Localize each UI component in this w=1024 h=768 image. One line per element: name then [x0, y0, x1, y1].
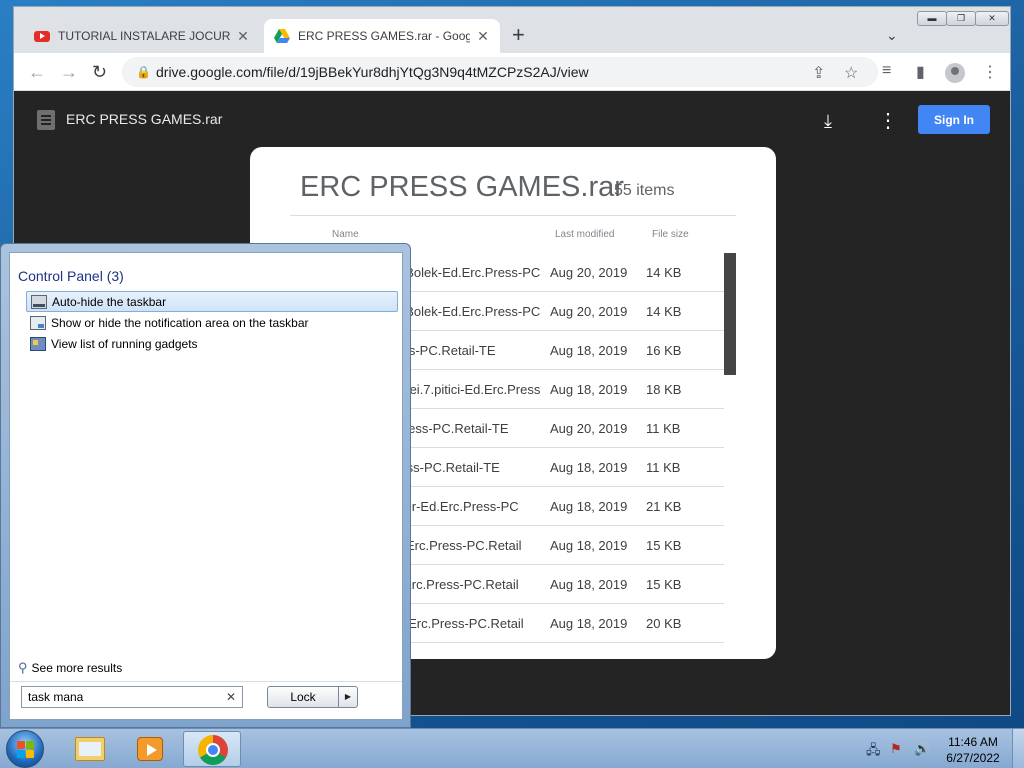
show-desktop-button[interactable]: [1012, 729, 1024, 768]
network-icon[interactable]: 🖧: [866, 741, 881, 763]
tab-title: TUTORIAL INSTALARE JOCURI ERC PRESS: [58, 29, 230, 43]
divider: [290, 215, 736, 216]
archive-title: ERC PRESS GAMES.rar: [300, 171, 624, 203]
results-group-heading[interactable]: Control Panel (3): [18, 268, 124, 284]
file-size: 11 KB: [646, 421, 681, 436]
taskbar: 🖧 ⚑ 🔊 11:46 AM 6/27/2022: [0, 728, 1024, 768]
close-tab-icon[interactable]: ✕: [476, 28, 490, 45]
file-modified: Aug 20, 2019: [550, 304, 628, 319]
file-modified: Aug 18, 2019: [550, 343, 628, 358]
column-header-modified: Last modified: [555, 229, 615, 240]
file-size: 14 KB: [646, 265, 682, 280]
taskbar-app-explorer[interactable]: [61, 731, 119, 767]
menu-kebab-icon[interactable]: ⋮: [982, 62, 998, 82]
taskbar-icon: [31, 294, 47, 309]
see-more-results-link[interactable]: ⚲ See more results: [18, 660, 122, 676]
search-box[interactable]: ✕: [21, 686, 243, 708]
result-notification-area[interactable]: Show or hide the notification area on th…: [26, 312, 398, 333]
reload-icon[interactable]: ↻: [92, 62, 107, 82]
bookmark-star-icon[interactable]: ☆: [844, 63, 858, 83]
share-icon[interactable]: ⇪: [812, 63, 825, 83]
restore-button[interactable]: ❐: [946, 11, 976, 26]
gadgets-icon: [30, 336, 46, 351]
power-options-arrow-icon[interactable]: ▶: [338, 686, 358, 708]
search-icon: ⚲: [18, 660, 28, 675]
see-more-label: See more results: [31, 661, 123, 675]
download-icon[interactable]: ⤓: [824, 111, 832, 132]
toolbar: ← → ↻ 🔒 drive.google.com/file/d/19jBBekY…: [14, 53, 1010, 91]
action-center-flag-icon[interactable]: ⚑: [890, 741, 902, 757]
windows-explorer-icon: [75, 737, 105, 761]
youtube-icon: [34, 30, 50, 42]
divider: [10, 681, 402, 682]
list-scrollbar[interactable]: [724, 253, 736, 375]
start-menu: Control Panel (3) Auto-hide the taskbar …: [0, 243, 411, 728]
result-label: View list of running gadgets: [51, 336, 198, 351]
url-text: drive.google.com/file/d/19jBBekYur8dhjYt…: [156, 64, 589, 80]
column-header-name: Name: [332, 229, 359, 240]
file-modified: Aug 18, 2019: [550, 460, 628, 475]
file-modified: Aug 18, 2019: [550, 382, 628, 397]
archive-item-count: 55 items: [614, 182, 675, 199]
taskbar-app-media-player[interactable]: [121, 731, 179, 767]
file-title: ERC PRESS GAMES.rar: [66, 111, 223, 127]
file-size: 14 KB: [646, 304, 682, 319]
new-tab-icon[interactable]: +: [512, 24, 525, 46]
close-tab-icon[interactable]: ✕: [236, 28, 250, 45]
clear-search-icon[interactable]: ✕: [226, 690, 236, 704]
document-icon: [37, 110, 55, 130]
taskbar-app-chrome[interactable]: [183, 731, 241, 767]
file-modified: Aug 18, 2019: [550, 499, 628, 514]
file-size: 11 KB: [646, 460, 681, 475]
start-button[interactable]: [6, 730, 44, 768]
forward-icon[interactable]: →: [60, 62, 78, 82]
reading-list-icon[interactable]: ≡: [882, 62, 891, 80]
result-running-gadgets[interactable]: View list of running gadgets: [26, 333, 398, 354]
tab-search-chevron-icon[interactable]: ⌄: [886, 27, 898, 44]
file-modified: Aug 18, 2019: [550, 577, 628, 592]
file-size: 15 KB: [646, 538, 682, 553]
start-menu-results-pane: Control Panel (3) Auto-hide the taskbar …: [9, 252, 403, 720]
back-icon[interactable]: ←: [28, 62, 46, 82]
file-size: 15 KB: [646, 577, 682, 592]
profile-avatar-icon[interactable]: [945, 63, 965, 83]
more-actions-icon[interactable]: ⋮: [878, 108, 898, 133]
chrome-icon: [198, 735, 228, 765]
file-modified: Aug 20, 2019: [550, 265, 628, 280]
file-modified: Aug 18, 2019: [550, 538, 628, 553]
side-panel-icon[interactable]: ▮: [916, 62, 925, 82]
tab-title: ERC PRESS GAMES.rar - Google Drive: [298, 29, 470, 43]
file-modified: Aug 20, 2019: [550, 421, 628, 436]
sign-in-button[interactable]: Sign In: [918, 105, 990, 134]
clock-date[interactable]: 6/27/2022: [940, 751, 1006, 765]
column-header-size: File size: [652, 229, 689, 240]
result-auto-hide-taskbar[interactable]: Auto-hide the taskbar: [26, 291, 398, 312]
close-window-button[interactable]: ✕: [975, 11, 1009, 26]
result-label: Auto-hide the taskbar: [52, 294, 167, 309]
media-player-icon: [137, 737, 163, 761]
volume-icon[interactable]: 🔊: [914, 741, 930, 757]
notification-area-icon: [30, 315, 46, 330]
tab-youtube[interactable]: TUTORIAL INSTALARE JOCURI ERC PRESS ✕: [24, 19, 262, 53]
file-size: 21 KB: [646, 499, 682, 514]
tab-google-drive[interactable]: ERC PRESS GAMES.rar - Google Drive ✕: [264, 19, 500, 53]
google-drive-icon: [274, 29, 290, 43]
file-modified: Aug 18, 2019: [550, 616, 628, 631]
file-size: 20 KB: [646, 616, 682, 631]
minimize-button[interactable]: ▬: [917, 11, 947, 26]
address-bar[interactable]: 🔒 drive.google.com/file/d/19jBBekYur8dhj…: [122, 57, 878, 87]
file-size: 18 KB: [646, 382, 682, 397]
lock-icon[interactable]: 🔒: [136, 65, 151, 79]
search-input[interactable]: [22, 687, 222, 707]
lock-button[interactable]: Lock: [267, 686, 339, 708]
tab-strip: TUTORIAL INSTALARE JOCURI ERC PRESS ✕ ER…: [14, 7, 1010, 53]
clock-time[interactable]: 11:46 AM: [940, 735, 1006, 749]
file-size: 16 KB: [646, 343, 682, 358]
result-label: Show or hide the notification area on th…: [51, 315, 309, 330]
